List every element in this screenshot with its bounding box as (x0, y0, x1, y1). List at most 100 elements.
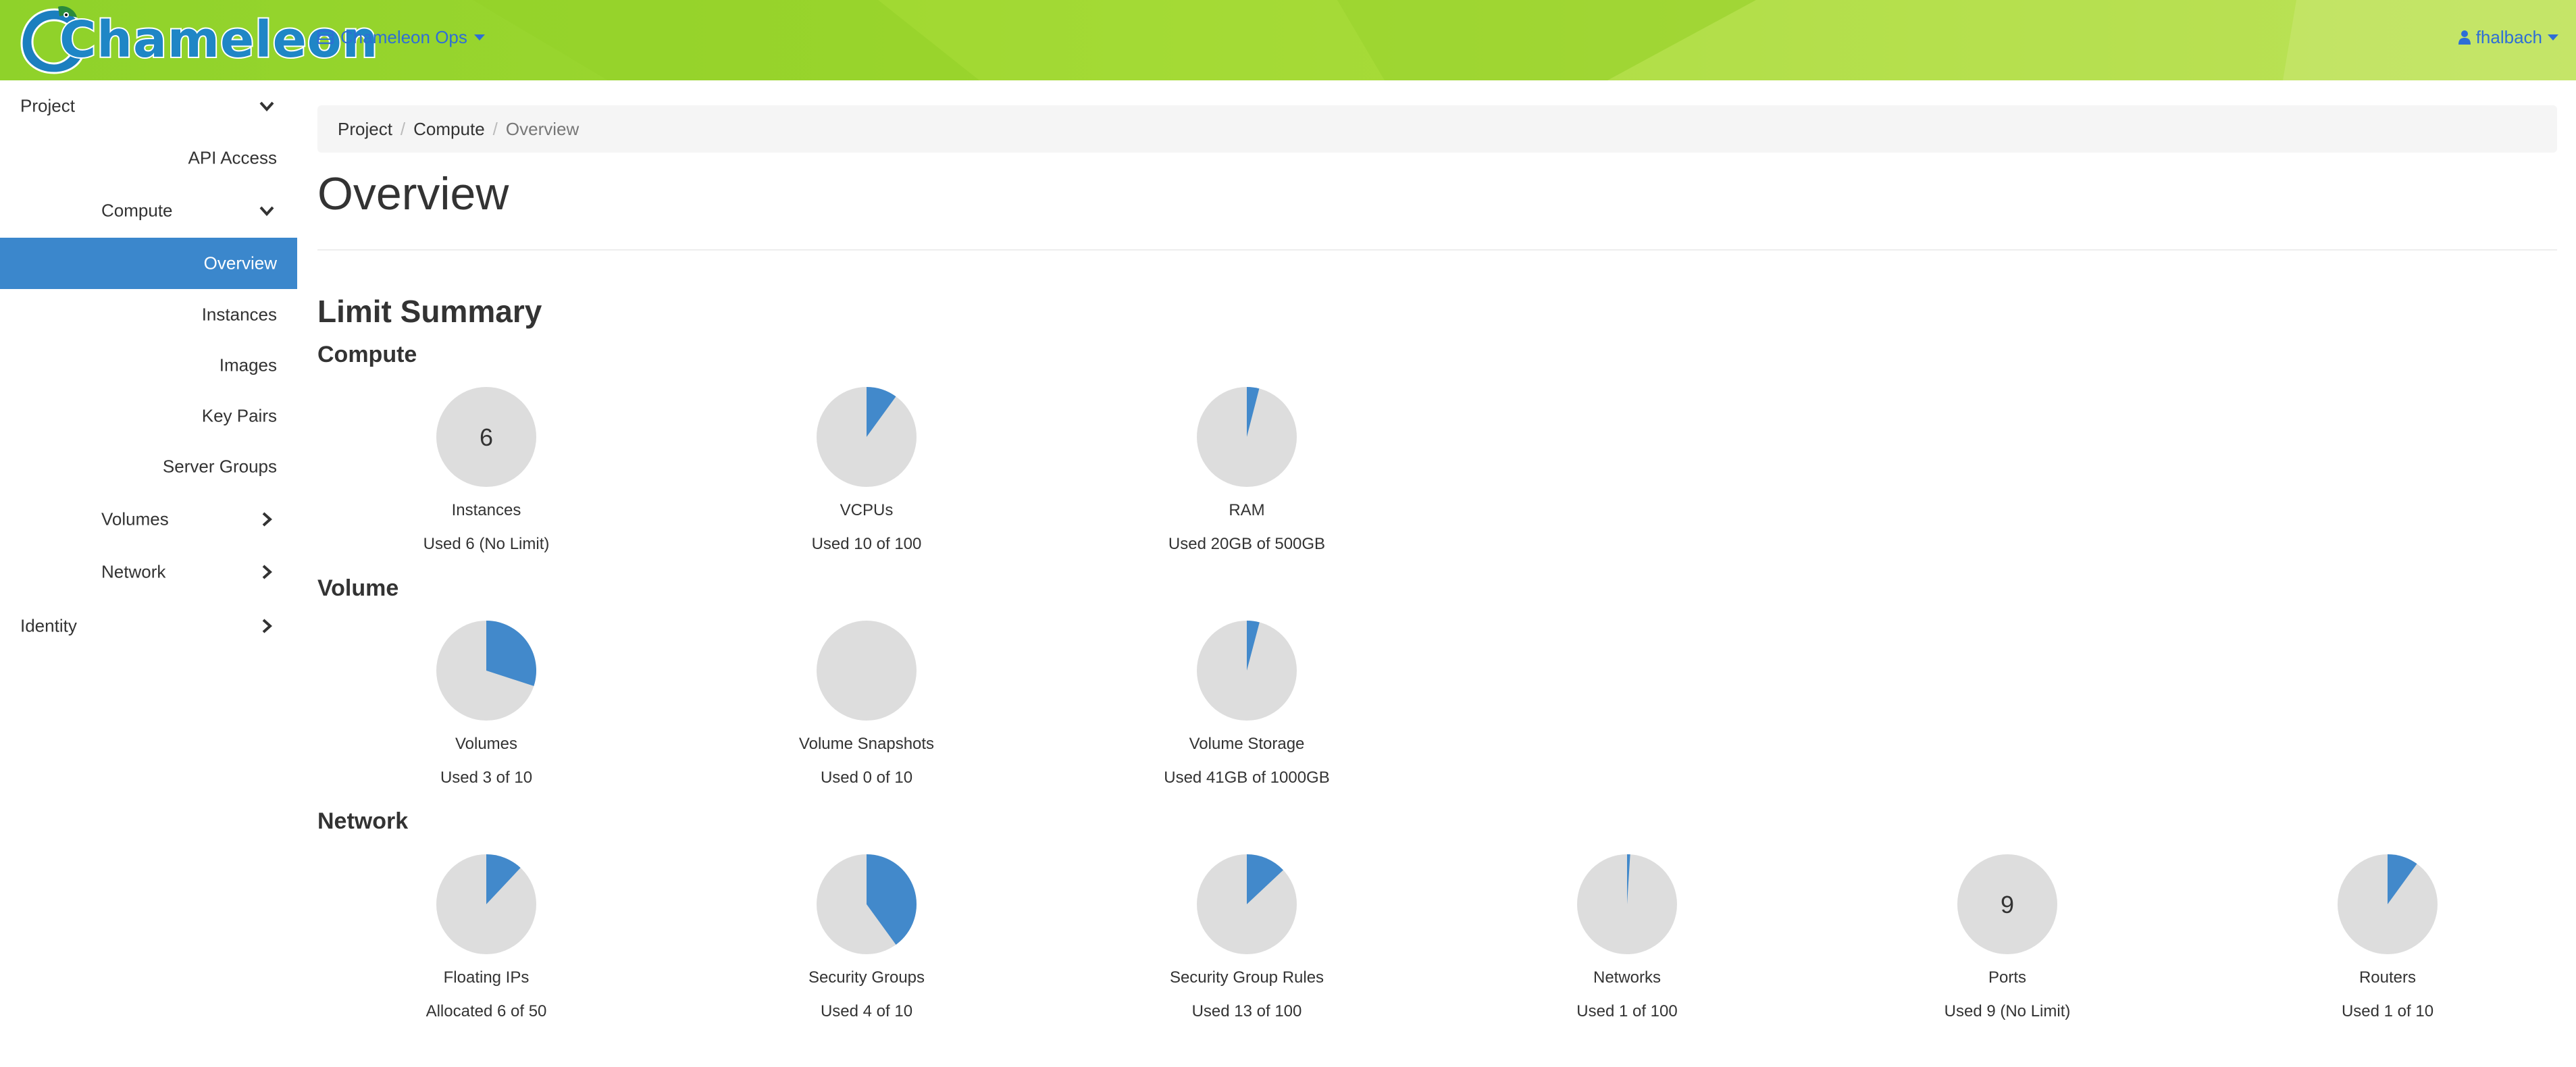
chevron-right-icon (257, 616, 277, 636)
chevron-right-icon (257, 562, 277, 582)
project-switcher[interactable]: Chameleon Ops (317, 26, 485, 49)
sidebar-item-label: Volumes (101, 509, 169, 529)
section-title-network: Network (317, 808, 409, 834)
gauge-label: Routers (2359, 968, 2417, 987)
sidebar-item-images[interactable]: Images (0, 340, 297, 391)
gauge-ram: RAM Used 20GB of 500GB (1105, 386, 1389, 554)
chevron-down-icon (257, 96, 277, 116)
breadcrumb-overview: Overview (505, 118, 579, 139)
chevron-down-icon (257, 201, 277, 221)
gauge-usage-text: Used 9 (No Limit) (1944, 1002, 2071, 1020)
sidebar-item-label: Project (20, 95, 75, 116)
gauge-usage-text: Used 0 of 10 (820, 769, 913, 787)
sidebar-item-key-pairs[interactable]: Key Pairs (0, 390, 297, 442)
gauge-usage-text: Used 3 of 10 (440, 769, 533, 787)
sidebar-item-project[interactable]: Project (0, 80, 297, 132)
caret-down-icon (473, 34, 485, 41)
gauge-usage-text: Used 10 of 100 (811, 535, 922, 553)
gauge-security-group-rules: Security Group Rules Used 13 of 100 (1105, 854, 1389, 1021)
chameleon-logo[interactable]: Chameleon (18, 5, 379, 76)
gauge-center-value: 9 (2001, 891, 2014, 918)
pie-chart (1577, 854, 1677, 954)
user-menu-label: fhalbach (2475, 26, 2542, 47)
sidebar-item-label: API Access (188, 147, 278, 168)
gauge-center-value: 6 (480, 423, 493, 451)
section-title-compute: Compute (317, 342, 417, 367)
gauge-floating-ips: Floating IPs Allocated 6 of 50 (344, 854, 628, 1021)
sidebar-item-instances[interactable]: Instances (0, 289, 297, 340)
project-table-icon (317, 30, 334, 45)
gauge-volumes: Volumes Used 3 of 10 (344, 620, 628, 787)
gauge-label: Volumes (455, 735, 518, 753)
pie-remaining (817, 621, 917, 721)
user-menu[interactable]: fhalbach (2458, 26, 2558, 49)
pie-chart: 9 (1957, 854, 2057, 954)
page-title: Overview (317, 168, 509, 219)
sidebar-item-label: Identity (20, 615, 77, 636)
sidebar-item-label: Instances (201, 304, 277, 325)
pie-chart (1197, 621, 1297, 721)
breadcrumb-project[interactable]: Project (338, 119, 392, 140)
sidebar-item-identity[interactable]: Identity (0, 600, 297, 652)
gauge-label: Security Group Rules (1169, 968, 1324, 987)
limit-summary-title: Limit Summary (317, 294, 542, 329)
sidebar-item-label: Compute (101, 200, 173, 221)
gauge-vcpus: VCPUs Used 10 of 100 (725, 386, 1008, 554)
sidebar-item-compute[interactable]: Compute (0, 185, 297, 236)
top-navbar: Chameleon Chameleon Ops fhalbach (0, 0, 2576, 80)
pie-chart (436, 854, 536, 954)
gauge-usage-text: Used 6 (No Limit) (423, 535, 550, 553)
sidebar: Project API Access Compute Overview Inst… (0, 80, 297, 1067)
gauge-usage-text: Used 1 of 10 (2341, 1002, 2434, 1020)
pie-chart (817, 854, 917, 954)
caret-down-icon (2548, 34, 2558, 41)
pie-chart: 6 (436, 387, 536, 487)
gauge-label: Volume Storage (1189, 735, 1305, 753)
sidebar-item-volumes[interactable]: Volumes (0, 494, 297, 545)
gauge-instances: 6 Instances Used 6 (No Limit) (344, 386, 628, 554)
pie-chart (817, 621, 917, 721)
gauge-label: Security Groups (808, 968, 925, 987)
gauge-usage-text: Used 20GB of 500GB (1168, 535, 1326, 553)
gauge-ports: 9 Ports Used 9 (No Limit) (1865, 854, 2149, 1021)
gauge-usage-text: Allocated 6 of 50 (426, 1002, 547, 1020)
sidebar-item-api-access[interactable]: API Access (0, 132, 297, 184)
sidebar-item-server-groups[interactable]: Server Groups (0, 441, 297, 492)
pie-chart (2338, 854, 2438, 954)
gauge-usage-text: Used 4 of 10 (820, 1002, 913, 1020)
project-switcher-label: Chameleon Ops (340, 26, 467, 47)
gauge-label: VCPUs (840, 501, 894, 519)
gauge-label: Volume Snapshots (798, 735, 935, 753)
gauge-label: Instances (451, 501, 521, 519)
gauge-volume-snapshots: Volume Snapshots Used 0 of 10 (725, 620, 1008, 787)
gauge-usage-text: Used 1 of 100 (1576, 1002, 1678, 1020)
sidebar-item-label: Key Pairs (201, 405, 277, 426)
breadcrumb-separator: / (400, 118, 406, 139)
chevron-right-icon (257, 509, 277, 529)
pie-chart (1197, 387, 1297, 487)
sidebar-item-label: Server Groups (162, 456, 277, 477)
section-title-volume: Volume (317, 575, 399, 601)
sidebar-item-label: Network (101, 561, 166, 582)
sidebar-item-overview[interactable]: Overview (0, 238, 297, 289)
title-divider (317, 249, 2557, 251)
gauge-security-groups: Security Groups Used 4 of 10 (725, 854, 1008, 1021)
gauge-usage-text: Used 41GB of 1000GB (1164, 769, 1330, 787)
sidebar-item-label: Overview (203, 253, 277, 274)
gauge-label: Ports (1988, 968, 2026, 987)
gauge-label: Networks (1593, 968, 1661, 987)
gauge-volume-storage: Volume Storage Used 41GB of 1000GB (1105, 620, 1389, 787)
gauge-routers: Routers Used 1 of 10 (2246, 854, 2529, 1021)
sidebar-item-label: Images (219, 355, 277, 375)
sidebar-item-network[interactable]: Network (0, 546, 297, 598)
gauge-label: Floating IPs (443, 968, 530, 987)
breadcrumb: Project / Compute / Overview (317, 105, 2557, 153)
breadcrumb-separator: / (492, 118, 498, 139)
pie-chart (817, 387, 917, 487)
pie-chart (436, 621, 537, 721)
gauge-usage-text: Used 13 of 100 (1191, 1002, 1302, 1020)
gauge-label: RAM (1229, 501, 1265, 519)
breadcrumb-compute[interactable]: Compute (413, 119, 485, 140)
gauge-networks: Networks Used 1 of 100 (1485, 854, 1769, 1021)
user-icon (2458, 30, 2471, 45)
